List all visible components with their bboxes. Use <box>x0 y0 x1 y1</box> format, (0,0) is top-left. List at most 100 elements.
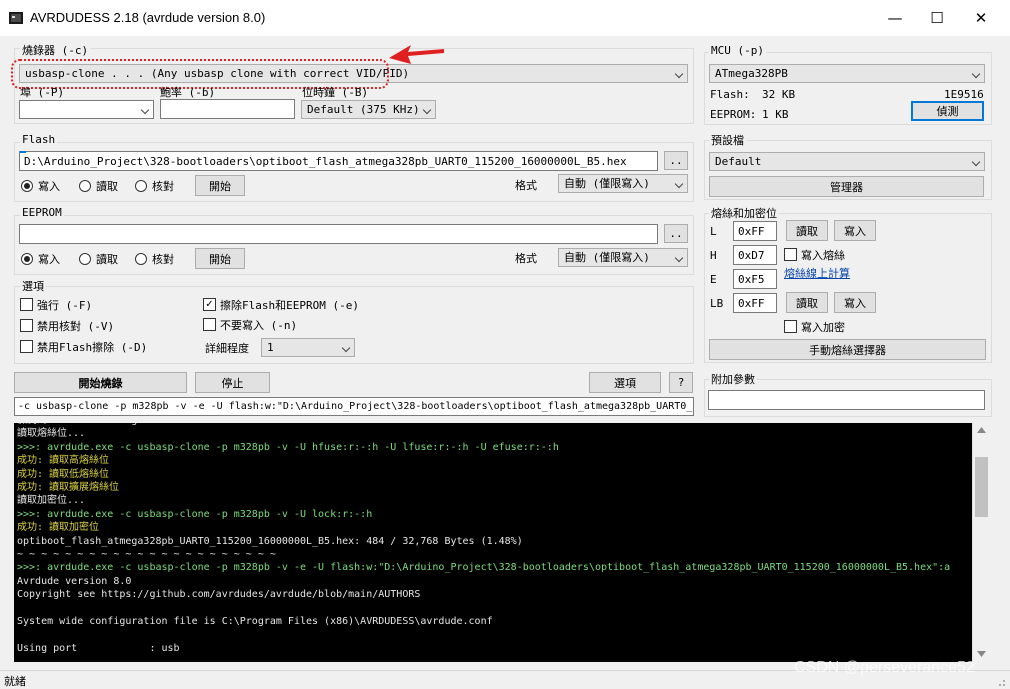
checkmark-icon: ✓ <box>205 298 214 310</box>
console-line: >>>: avrdude.exe -c usbasp-clone -p m328… <box>17 441 559 453</box>
console-scrollbar[interactable] <box>972 423 989 662</box>
fuse-h-input[interactable]: 0xD7 <box>733 245 777 265</box>
stop-button[interactable]: 停止 <box>195 372 270 393</box>
annotation-arrow-icon <box>389 45 444 64</box>
presets-label: 預設檔 <box>709 132 746 148</box>
write-lock-checkbox[interactable] <box>784 320 797 333</box>
fuse-l-input[interactable]: 0xFF <box>733 221 777 241</box>
flash-read-radio[interactable] <box>79 180 91 192</box>
programmer-label: 燒錄器 (-c) <box>20 42 91 58</box>
mcu-flash-label: Flash: <box>710 88 750 101</box>
eeprom-verify-radio[interactable] <box>135 253 147 265</box>
eeprom-go-button[interactable]: 開始 <box>195 248 245 269</box>
fuse-e-label: E <box>710 273 717 286</box>
scroll-thumb[interactable] <box>975 457 988 517</box>
eeprom-format-select[interactable]: 自動 (僅限寫入) <box>558 248 688 267</box>
flash-label: Flash <box>20 133 58 146</box>
flash-read-label: 讀取 <box>96 180 118 193</box>
fuse-e-input[interactable]: 0xF5 <box>733 269 777 289</box>
chevron-down-icon <box>422 105 432 115</box>
nowrite-label: 不要寫入 (-n) <box>220 319 298 332</box>
eeprom-file-input[interactable] <box>19 224 658 244</box>
options-button[interactable]: 選項 <box>589 372 661 393</box>
force-checkbox[interactable] <box>20 298 33 311</box>
clock-select[interactable]: Default (375 KHz) <box>301 100 436 119</box>
verbosity-label: 詳細程度 <box>205 342 249 355</box>
erase-checkbox[interactable]: ✓ <box>203 298 216 311</box>
mcu-signature: 1E9516 <box>944 88 984 101</box>
minimize-icon: — <box>887 9 903 27</box>
eeprom-write-label: 寫入 <box>38 253 60 266</box>
erase-label: 擦除Flash和EEPROM (-e) <box>220 299 359 312</box>
console-line: 成功: 讀取高熔絲位 <box>17 455 110 467</box>
flash-format-select[interactable]: 自動 (僅限寫入) <box>558 174 688 193</box>
console-line: 成功: 讀取低熔絲位 <box>17 468 110 480</box>
clock-label: 位時鐘 (-B) <box>302 86 369 99</box>
lock-read-button[interactable]: 讀取 <box>786 292 828 313</box>
mcu-flash-value: 32 KB <box>762 88 796 101</box>
preset-manager-button[interactable]: 管理器 <box>709 176 984 197</box>
fuse-h-label: H <box>710 249 717 262</box>
scroll-up-icon[interactable] <box>977 427 986 433</box>
fuse-selector-button[interactable]: 手動熔絲選擇器 <box>709 339 986 360</box>
flash-format-value: 自動 (僅限寫入) <box>564 177 650 190</box>
noverify-checkbox[interactable] <box>20 319 33 332</box>
console-line: 成功: 讀取加密位 <box>17 522 100 534</box>
baud-input[interactable] <box>160 99 295 119</box>
console-line: Using port : usb <box>17 642 180 654</box>
eeprom-read-radio[interactable] <box>79 253 91 265</box>
verbosity-select[interactable]: 1 <box>261 338 355 357</box>
flash-verify-radio[interactable] <box>135 180 147 192</box>
noflasherase-label: 禁用Flash擦除 (-D) <box>37 341 148 354</box>
fuse-calculator-link[interactable]: 熔絲線上計算 <box>784 265 850 281</box>
console-line: >>>: avrdude.exe -c usbasp-clone -p m328… <box>17 508 373 520</box>
eeprom-label: EEPROM <box>20 206 64 219</box>
presets-value: Default <box>715 155 762 168</box>
fuse-read-button[interactable]: 讀取 <box>786 220 828 241</box>
fuse-lb-input[interactable]: 0xFF <box>733 293 777 313</box>
app-icon <box>9 12 23 24</box>
console-line: System wide configuration file is C:\Pro… <box>17 616 493 627</box>
fuse-lb-label: LB <box>710 297 724 310</box>
console-line: optiboot_flash_atmega328pb_UART0_115200_… <box>17 535 523 547</box>
flash-file-input[interactable]: D:\Arduino_Project\328-bootloaders\optib… <box>19 151 658 171</box>
output-console[interactable]: 檢測到 1E9516 = ATmega328PB讀取熔絲位...>>>: avr… <box>14 423 972 662</box>
console-line: 成功: 讀取擴展熔絲位 <box>17 482 120 493</box>
mcu-select[interactable]: ATmega328PB <box>709 64 985 83</box>
noverify-label: 禁用核對 (-V) <box>37 320 115 333</box>
flash-go-button[interactable]: 開始 <box>195 175 245 196</box>
fuses-label: 熔絲和加密位 <box>709 205 779 221</box>
port-select[interactable] <box>19 100 154 119</box>
presets-select[interactable]: Default <box>709 152 985 171</box>
flash-write-radio[interactable] <box>21 180 33 192</box>
port-label: 埠 (-P) <box>20 86 65 99</box>
flash-browse-button[interactable]: .. <box>664 151 688 170</box>
write-fuses-checkbox[interactable] <box>784 248 797 261</box>
command-line-input[interactable]: -c usbasp-clone -p m328pb -v -e -U flash… <box>14 397 694 416</box>
flash-verify-label: 核對 <box>152 180 174 193</box>
scroll-down-icon[interactable] <box>977 651 986 657</box>
eeprom-write-radio[interactable] <box>21 253 33 265</box>
detect-button[interactable]: 偵測 <box>911 101 984 121</box>
flash-format-label: 格式 <box>515 179 537 192</box>
maximize-button[interactable]: ☐ <box>914 0 960 36</box>
lock-write-button[interactable]: 寫入 <box>834 292 876 313</box>
maximize-icon: ☐ <box>930 9 944 27</box>
close-icon: ✕ <box>974 9 988 27</box>
noflasherase-checkbox[interactable] <box>20 340 33 353</box>
minimize-button[interactable]: — <box>872 0 918 36</box>
resize-grip-icon[interactable] <box>994 677 1006 687</box>
extra-args-input[interactable] <box>708 390 985 410</box>
eeprom-format-value: 自動 (僅限寫入) <box>564 251 650 264</box>
help-button[interactable]: ? <box>669 372 693 393</box>
eeprom-browse-button[interactable]: .. <box>664 224 688 243</box>
mcu-label: MCU (-p) <box>709 44 766 57</box>
program-button[interactable]: 開始燒錄 <box>14 372 187 393</box>
fuse-write-button[interactable]: 寫入 <box>834 220 876 241</box>
force-label: 強行 (-F) <box>37 299 93 312</box>
nowrite-checkbox[interactable] <box>203 318 216 331</box>
baud-label: 鮑率 (-b) <box>160 86 216 99</box>
close-button[interactable]: ✕ <box>958 0 1004 36</box>
mcu-eeprom-value: 1 KB <box>762 108 789 121</box>
mcu-value: ATmega328PB <box>715 67 788 80</box>
